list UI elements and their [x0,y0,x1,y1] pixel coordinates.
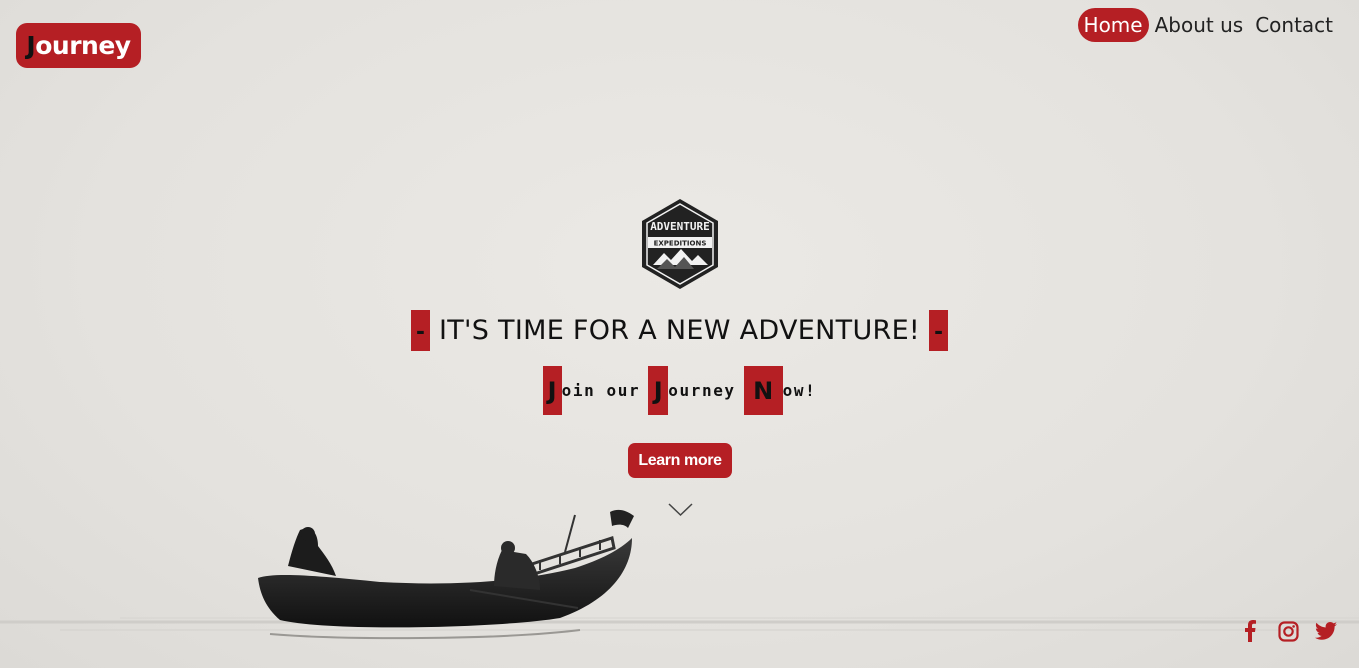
hero-headline: - IT'S TIME FOR A NEW ADVENTURE! - [0,310,1359,351]
twitter-icon[interactable] [1315,619,1337,643]
nav-item-about-us[interactable]: About us [1149,8,1250,42]
headline-dash-left: - [410,310,430,351]
badge-bottom-text: EXPEDITIONS [654,240,707,248]
nav-item-home[interactable]: Home [1077,8,1149,42]
subline-cap-1: J [542,366,562,415]
subline-cap-3: N [743,366,783,415]
subline-word-1: oin our [561,381,641,400]
learn-more-button[interactable]: Learn more [628,443,732,478]
hero-subline: J oin our J ourney N ow! [0,366,1359,415]
badge-top-text: ADVENTURE [650,220,710,233]
facebook-icon[interactable] [1239,619,1261,643]
main-nav: Home About us Contact [1077,8,1339,42]
adventure-expeditions-badge: ADVENTURE EXPEDITIONS [642,199,718,289]
subline-cap-2: J [648,366,669,415]
social-links [1239,619,1337,643]
headline-text: IT'S TIME FOR A NEW ADVENTURE! [438,315,921,346]
instagram-icon[interactable] [1277,619,1299,643]
headline-dash-right: - [929,310,949,351]
subline-word-3: ow! [782,381,817,400]
brand-logo-text: ourney [35,31,131,60]
brand-logo[interactable]: Journey [16,23,141,68]
subline-word-2: ourney [668,381,736,400]
brand-logo-initial: J [26,31,36,60]
boat-illustration [0,509,1359,640]
nav-item-contact[interactable]: Contact [1249,8,1339,42]
